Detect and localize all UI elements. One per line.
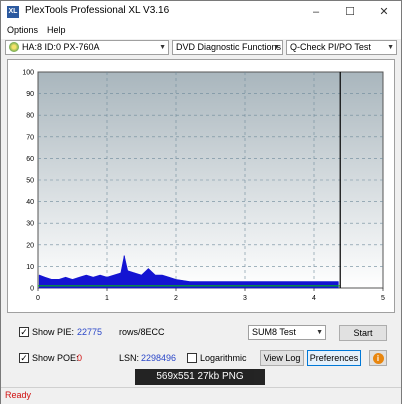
test-type-select[interactable]: Q-Check PI/PO Test ▼ bbox=[286, 40, 397, 55]
drive-select[interactable]: HA:8 ID:0 PX-760A ▼ bbox=[5, 40, 169, 55]
poe-count-value: 0 bbox=[77, 353, 83, 363]
logarithmic-checkbox[interactable] bbox=[187, 353, 197, 363]
x-axis-ticks: 0 1 2 3 4 5 bbox=[36, 288, 385, 302]
show-poe-label: Show POE: bbox=[32, 353, 79, 363]
drive-select-value: HA:8 ID:0 PX-760A bbox=[22, 42, 100, 52]
app-window: XL PlexTools Professional XL V3.16 – ☐ ✕… bbox=[0, 0, 402, 404]
start-button[interactable]: Start bbox=[339, 325, 387, 341]
menu-help[interactable]: Help bbox=[47, 25, 66, 35]
sum8-test-select[interactable]: SUM8 Test ▼ bbox=[248, 325, 326, 340]
y-tick-label: 100 bbox=[22, 70, 34, 77]
chevron-down-icon: ▼ bbox=[387, 44, 394, 51]
test-type-select-value: Q-Check PI/PO Test bbox=[290, 42, 371, 52]
x-tick-label: 5 bbox=[381, 295, 385, 302]
show-pie-checkbox[interactable]: ✓ bbox=[19, 327, 29, 337]
menu-options[interactable]: Options bbox=[7, 25, 38, 35]
disc-drive-icon bbox=[9, 42, 19, 52]
y-tick-label: 50 bbox=[26, 178, 34, 185]
toolbar: HA:8 ID:0 PX-760A ▼ DVD Diagnostic Funct… bbox=[1, 39, 401, 57]
maximize-button[interactable]: ☐ bbox=[337, 3, 363, 21]
y-tick-label: 90 bbox=[26, 91, 34, 98]
logarithmic-label: Logarithmic bbox=[200, 353, 247, 363]
show-pie-label: Show PIE: bbox=[32, 327, 75, 337]
y-tick-label: 0 bbox=[30, 286, 34, 293]
x-tick-label: 1 bbox=[105, 295, 109, 302]
info-button[interactable]: i bbox=[369, 350, 387, 366]
chevron-down-icon: ▼ bbox=[316, 329, 323, 336]
y-tick-label: 70 bbox=[26, 134, 34, 141]
preferences-button[interactable]: Preferences bbox=[307, 350, 361, 366]
menu-bar: Options Help bbox=[1, 23, 401, 39]
image-caption: 569x551 27kb PNG bbox=[135, 369, 265, 385]
close-button[interactable]: ✕ bbox=[371, 3, 397, 21]
y-tick-label: 40 bbox=[26, 199, 34, 206]
chevron-down-icon: ▼ bbox=[273, 44, 280, 51]
window-title: PlexTools Professional XL V3.16 bbox=[25, 5, 170, 16]
minimize-button[interactable]: – bbox=[303, 3, 329, 21]
x-tick-label: 3 bbox=[243, 295, 247, 302]
function-select[interactable]: DVD Diagnostic Functions ▼ bbox=[172, 40, 283, 55]
show-poe-checkbox[interactable]: ✓ bbox=[19, 353, 29, 363]
y-tick-label: 60 bbox=[26, 156, 34, 163]
lsn-label: LSN: bbox=[119, 353, 140, 363]
y-tick-label: 30 bbox=[26, 221, 34, 228]
chevron-down-icon: ▼ bbox=[159, 44, 166, 51]
pi-po-chart: 100 90 80 70 60 50 40 30 20 10 0 012345 bbox=[7, 59, 395, 313]
chart-svg: 1009080706050403020100 012345 bbox=[22, 70, 385, 303]
x-tick-label: 0 bbox=[36, 295, 40, 302]
function-select-value: DVD Diagnostic Functions bbox=[176, 42, 282, 52]
lsn-value: 2298496 bbox=[141, 353, 177, 363]
sum8-test-select-value: SUM8 Test bbox=[252, 327, 296, 337]
view-log-button[interactable]: View Log bbox=[260, 350, 304, 366]
pie-count-value: 22775 bbox=[77, 327, 103, 337]
status-text: Ready bbox=[5, 390, 32, 400]
y-tick-label: 20 bbox=[26, 242, 34, 249]
status-bar: Ready bbox=[1, 387, 401, 404]
plot-area bbox=[37, 71, 384, 289]
y-tick-label: 80 bbox=[26, 113, 34, 120]
x-tick-label: 4 bbox=[312, 295, 316, 302]
y-tick-label: 10 bbox=[26, 264, 34, 271]
x-tick-label: 2 bbox=[174, 295, 178, 302]
y-axis-ticks: 1009080706050403020100 bbox=[22, 70, 34, 293]
title-bar: XL PlexTools Professional XL V3.16 – ☐ ✕ bbox=[1, 1, 401, 23]
pie-unit-label: rows/8ECC bbox=[119, 327, 165, 337]
info-icon: i bbox=[372, 353, 384, 364]
app-icon: XL bbox=[7, 6, 19, 18]
